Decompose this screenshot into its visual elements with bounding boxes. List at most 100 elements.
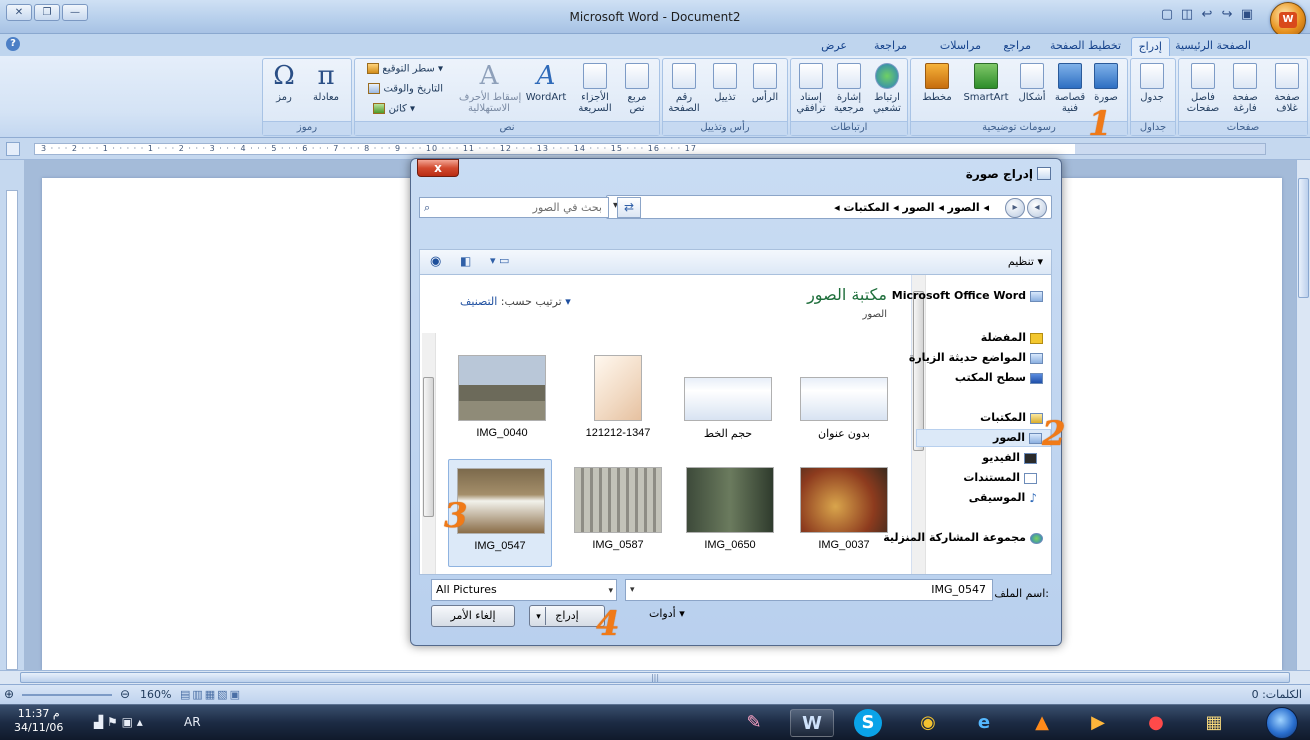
zoom-level[interactable]: 160% [140, 688, 171, 701]
view-buttons[interactable]: ▤▥▦▧▣ [180, 688, 242, 701]
filename-dropdown-icon[interactable]: ▾ [630, 580, 635, 600]
tools-menu[interactable]: أدوات ▾ [649, 607, 693, 620]
forward-icon[interactable]: ▸ [1005, 198, 1025, 218]
office-button[interactable]: W [1270, 2, 1306, 38]
wordart-button[interactable]: A WordArt [523, 63, 569, 103]
horizontal-scrollbar[interactable]: ||| [0, 670, 1310, 684]
word-taskbar-icon[interactable]: W [790, 709, 834, 737]
horizontal-scroll-thumb[interactable]: ||| [20, 672, 1290, 683]
zoom-slider[interactable] [22, 694, 112, 696]
vertical-scrollbar[interactable] [1296, 160, 1310, 670]
views-icon[interactable]: ▾ ▭ [490, 254, 509, 267]
tab-page-layout[interactable]: تخطيط الصفحة [1043, 37, 1128, 56]
dropcap-button[interactable]: A إسقاط الأحرف الاستهلالية [459, 63, 521, 114]
hyperlink-button[interactable]: ارتباط تشعبي [869, 63, 905, 114]
zoom-out-icon[interactable]: ⊖ [120, 687, 130, 701]
file-thumbnail[interactable]: بدون عنوان [792, 347, 896, 455]
tab-mailings[interactable]: مراسلات [933, 37, 988, 56]
breadcrumb[interactable]: ◂ الصور ◂ الصور ◂ المكتبات ◂ [834, 201, 989, 214]
nav-item-documents[interactable]: المستندات [963, 471, 1037, 484]
chart-button[interactable]: مخطط [917, 63, 957, 103]
paint-icon[interactable]: ✎ [732, 709, 776, 737]
page-break-button[interactable]: فاصل صفحات [1185, 63, 1221, 114]
vertical-scroll-thumb[interactable] [1298, 178, 1309, 298]
file-thumbnail[interactable]: 121212-1347 [566, 347, 670, 455]
tab-references[interactable]: مراجع [996, 37, 1038, 56]
word-count[interactable]: الكلمات: 0 [1252, 688, 1302, 701]
file-thumbnail[interactable]: IMG_0650 [678, 459, 782, 567]
ruler-bar[interactable]: 3 · · · 2 · · · 1 · · · · · 1 · · · 2 · … [34, 143, 1266, 155]
nav-item-desktop[interactable]: سطح المكتب [955, 371, 1043, 384]
nav-item-music[interactable]: الموسيقى ♪ [969, 491, 1037, 504]
zoom-in-icon[interactable]: ⊕ [4, 687, 14, 701]
cancel-button[interactable]: إلغاء الأمر [431, 605, 515, 627]
insert-dropdown-icon[interactable]: ▾ [532, 607, 546, 625]
table-button[interactable]: جدول [1135, 63, 1169, 103]
file-thumbnail[interactable]: IMG_0037 [792, 459, 896, 567]
equation-button[interactable]: π معادلة [307, 63, 345, 103]
search-input[interactable]: ⌕ بحث في الصور [419, 197, 609, 218]
start-button[interactable] [1266, 707, 1298, 739]
object-button[interactable]: كائن ▾ [371, 103, 415, 115]
crossref-button[interactable]: إسناد ترافقي [793, 63, 829, 114]
file-thumbnail[interactable]: حجم الخط [676, 347, 780, 455]
clipart-button[interactable]: قصاصة فنية [1053, 63, 1087, 114]
explorer-icon[interactable]: ▦ [1192, 709, 1236, 737]
app-icon[interactable]: ● [1134, 709, 1178, 737]
tab-home[interactable]: الصفحة الرئيسية [1168, 37, 1258, 56]
tab-review[interactable]: مراجعة [867, 37, 914, 56]
nav-item-word[interactable]: Microsoft Office Word [892, 289, 1043, 302]
nav-item-libraries[interactable]: المكتبات [980, 411, 1043, 424]
clock-time[interactable]: 11:37 م [14, 707, 63, 721]
undo-icon[interactable]: ↩ [1198, 7, 1216, 25]
nav-item-videos[interactable]: الفيديو [982, 451, 1037, 464]
help-icon[interactable]: ? [6, 37, 20, 51]
cover-page-button[interactable]: صفحة غلاف [1269, 63, 1305, 114]
dialog-close-button[interactable]: x [417, 159, 459, 177]
nav-item-favorites[interactable]: المفضلة [981, 331, 1043, 344]
clock-date[interactable]: 34/11/06 [14, 721, 63, 735]
nav-item-recent[interactable]: المواضع حديثة الزيارة [909, 351, 1043, 364]
header-button[interactable]: الرأس [747, 63, 783, 103]
file-list-scrollbar[interactable] [422, 333, 436, 574]
insert-button[interactable]: ▾ إدراج [529, 605, 605, 627]
tab-view[interactable]: عرض [814, 37, 854, 56]
back-icon[interactable]: ◂ [1027, 198, 1047, 218]
tray-icons[interactable]: ▟ ⚑ ▣ ▴ [94, 715, 143, 729]
quickparts-button[interactable]: الأجزاء السريعة [573, 63, 617, 114]
print-preview-icon[interactable]: ◫ [1178, 7, 1196, 25]
tab-insert[interactable]: إدراج [1130, 37, 1170, 56]
help-icon[interactable]: ◉ [430, 254, 441, 269]
vlc-icon[interactable]: ▲ [1020, 709, 1064, 737]
nav-scrollbar[interactable] [912, 275, 926, 574]
redo-icon[interactable]: ↪ [1218, 7, 1236, 25]
file-type-select[interactable]: All Pictures ▾ [431, 579, 617, 601]
file-thumbnail[interactable]: IMG_0040 [450, 347, 554, 455]
organize-menu[interactable]: تنظيم ▾ [1008, 255, 1043, 268]
shapes-button[interactable]: أشكال [1015, 63, 1049, 103]
date-time-button[interactable]: التاريخ والوقت [366, 83, 443, 95]
refresh-icon[interactable]: ⇄ [617, 197, 641, 218]
symbol-button[interactable]: Ω رمز [265, 63, 303, 103]
bookmark-button[interactable]: إشارة مرجعية [831, 63, 867, 114]
textbox-button[interactable]: مربع نص [619, 63, 655, 114]
save-icon[interactable]: ▣ [1238, 7, 1256, 25]
smartart-button[interactable]: SmartArt [961, 63, 1011, 103]
tab-selector-icon[interactable] [6, 142, 20, 156]
page-number-button[interactable]: رقم الصفحة [665, 63, 703, 114]
signature-line-button[interactable]: سطر التوقيع ▾ [365, 63, 443, 75]
language-indicator[interactable]: AR [184, 715, 201, 729]
chrome-icon[interactable]: ◉ [906, 709, 950, 737]
preview-pane-icon[interactable]: ◧ [460, 254, 471, 268]
blank-page-button[interactable]: صفحة فارغة [1227, 63, 1263, 114]
footer-button[interactable]: تذييل [707, 63, 743, 103]
internet-explorer-icon[interactable]: e [962, 709, 1006, 737]
media-player-icon[interactable]: ▶ [1076, 709, 1120, 737]
file-thumbnail[interactable]: IMG_0587 [566, 459, 670, 567]
filename-input[interactable]: ▾ IMG_0547 [625, 579, 993, 601]
skype-icon[interactable]: S [854, 709, 882, 737]
insert-picture-button[interactable]: صورة [1089, 63, 1123, 103]
nav-item-pictures[interactable]: الصور [916, 429, 1051, 447]
new-document-icon[interactable]: ▢ [1158, 7, 1176, 25]
address-bar[interactable]: ◂ ▸ ◂ الصور ◂ الصور ◂ المكتبات ◂ ▾ [606, 195, 1052, 219]
